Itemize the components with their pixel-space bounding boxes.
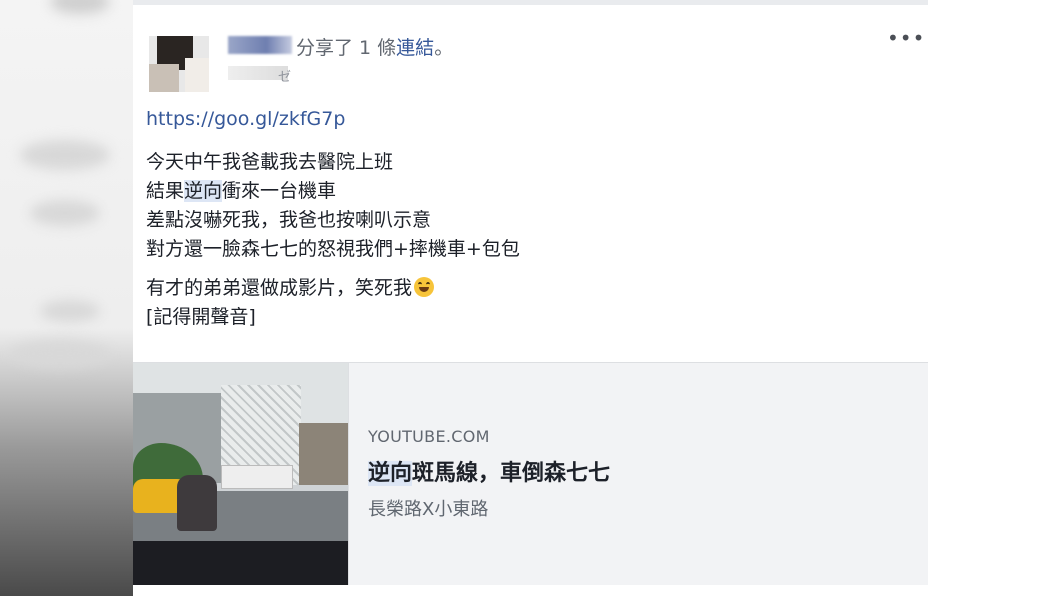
highlighted-text: 逆向 — [184, 180, 223, 202]
avatar[interactable] — [149, 36, 209, 92]
header-period: 。 — [434, 37, 454, 59]
post-meta-glyph: ゼ — [278, 70, 292, 85]
post-url-link[interactable]: https://goo.gl/zkfG7p — [146, 108, 345, 130]
video-thumbnail[interactable] — [133, 363, 349, 585]
shared-link-text[interactable]: 連結 — [396, 37, 434, 59]
preview-title-rest: 斑馬線，車倒森七七 — [412, 461, 611, 486]
post-line: 對方還一臉森七七的怒視我們+摔機車+包包 — [146, 238, 520, 260]
preview-title[interactable]: 逆向斑馬線，車倒森七七 — [368, 455, 610, 487]
post-line: 今天中午我爸載我去醫院上班 — [146, 151, 394, 173]
author-name-redacted[interactable] — [228, 36, 292, 54]
preview-title-highlight: 逆向 — [368, 461, 413, 486]
blurred-background — [0, 0, 133, 596]
post-line-part: 衝來一台機車 — [222, 180, 337, 202]
share-action-text: 分享了 1 條 — [296, 37, 397, 59]
page-margin — [928, 0, 1060, 596]
post-line: 差點沒嚇死我，我爸也按喇叭示意 — [146, 209, 432, 231]
preview-description: 長榮路X小東路 — [368, 499, 489, 520]
laughing-emoji-icon — [414, 277, 435, 297]
post-body: 今天中午我爸載我去醫院上班 結果逆向衝來一台機車 差點沒嚇死我，我爸也按喇叭示意… — [146, 148, 520, 332]
post-header: 分享了 1 條連結。 — [296, 33, 453, 60]
preview-domain: YOUTUBE.COM — [368, 427, 490, 446]
shared-post-card: ゼ 分享了 1 條連結。 ••• https://goo.gl/zkfG7p 今… — [133, 0, 928, 596]
post-line-part: 有才的弟弟還做成影片，笑死我 — [146, 277, 413, 299]
post-line: 有才的弟弟還做成影片，笑死我 — [146, 274, 520, 303]
post-line: 結果逆向衝來一台機車 — [146, 177, 520, 206]
feed-divider — [133, 0, 928, 5]
more-options-icon[interactable]: ••• — [887, 26, 925, 50]
card-footer — [133, 585, 928, 596]
post-line-part: 結果 — [146, 180, 185, 202]
link-preview[interactable]: YOUTUBE.COM 逆向斑馬線，車倒森七七 長榮路X小東路 — [133, 362, 928, 586]
post-line: [記得開聲音] — [146, 306, 256, 328]
